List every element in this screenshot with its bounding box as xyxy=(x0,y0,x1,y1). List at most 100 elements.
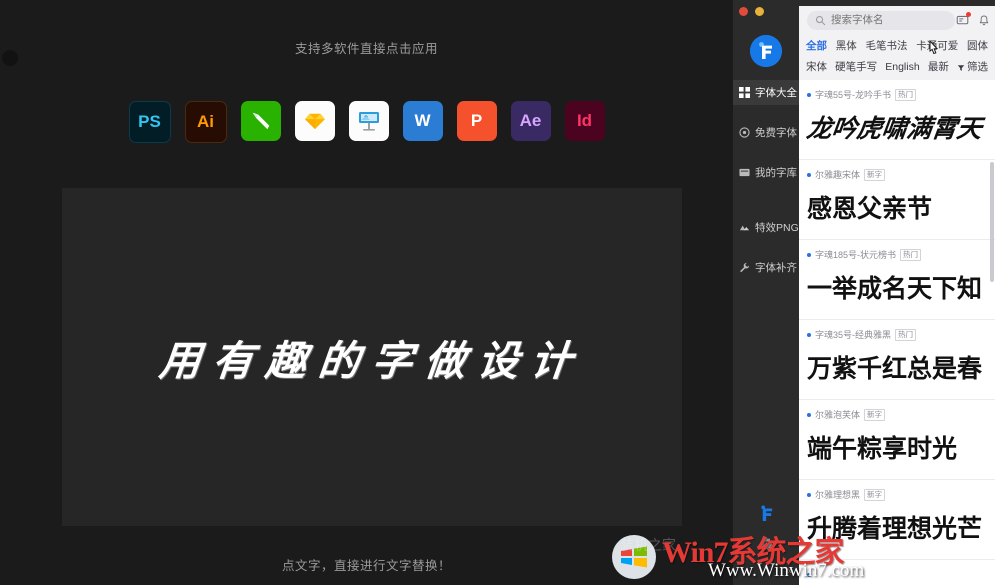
status-dot xyxy=(807,92,811,97)
diamond-icon xyxy=(304,113,325,130)
filter-icon xyxy=(957,64,965,71)
font-name: 尔雅理想黑 xyxy=(815,490,861,500)
font-preview[interactable]: 升腾着理想光芒 xyxy=(807,509,995,545)
font-preview-text: 一举成名天下知 xyxy=(807,274,983,303)
podium-icon xyxy=(358,112,379,131)
font-meta: 字魂35号-经典雅黑 热门 xyxy=(807,328,995,341)
status-dot xyxy=(807,572,811,577)
font-list-item[interactable]: 尔雅泡芙体 新字 端午粽享时光 xyxy=(799,400,995,480)
minimize-button[interactable] xyxy=(755,7,764,16)
font-list-item[interactable]: 字魂35号-经典雅黑 热门 万紫千红总是春 xyxy=(799,320,995,400)
font-tag: 新字 xyxy=(864,488,886,501)
tab-brush-calligraphy[interactable]: 毛笔书法 xyxy=(866,36,908,57)
message-icon[interactable] xyxy=(956,12,971,27)
tab-filter-label: 筛选 xyxy=(966,61,988,73)
sidebar-item-png-effects[interactable]: 特效PNG xyxy=(733,215,799,240)
font-list-item[interactable] xyxy=(799,560,995,585)
close-button[interactable] xyxy=(739,7,748,16)
app-icon-photoshop[interactable]: PS xyxy=(128,101,171,143)
app-icon-word[interactable]: W xyxy=(402,101,443,141)
status-dot xyxy=(807,492,811,497)
sidebar-label-png-effects: 特效PNG xyxy=(755,222,799,234)
font-preview[interactable]: 端午粽享时光 xyxy=(807,429,995,465)
library-icon xyxy=(739,168,750,177)
app-icon-powerpoint[interactable]: P xyxy=(456,101,497,141)
font-meta: 字魂185号-状元榜书 热门 xyxy=(807,248,995,261)
app-label-word: W xyxy=(414,111,431,130)
png-icon xyxy=(739,225,750,231)
font-preview-text: 端午粽享时光 xyxy=(807,434,958,463)
font-tag: 新字 xyxy=(864,168,886,181)
sidebar-item-font-repair[interactable]: 字体补齐 xyxy=(733,255,799,280)
font-name: 字魂55号-龙吟手书 xyxy=(815,90,892,100)
editor-area: 支持多软件直接点击应用 PS Ai W P Ae Id 用有趣的字做设计 点文字… xyxy=(0,0,733,585)
font-preview[interactable]: 一举成名天下知 xyxy=(807,269,995,305)
status-dot xyxy=(807,412,811,417)
canvas-text[interactable]: 用有趣的字做设计 xyxy=(157,327,587,387)
font-meta: 尔雅理想黑 新字 xyxy=(807,488,995,501)
app-label-indesign: Id xyxy=(576,111,593,130)
font-list-scrollbar[interactable] xyxy=(990,162,994,282)
font-preview[interactable]: 感恩父亲节 xyxy=(807,189,995,225)
panel-sidebar: 字体大全 免费字体 我的字库 特效PNG 字体补齐 « xyxy=(733,80,799,585)
font-name: 尔雅趣宋体 xyxy=(815,170,861,180)
pen-nib-icon xyxy=(252,112,269,130)
font-name: 尔雅泡芙体 xyxy=(815,410,861,420)
font-preview[interactable]: 龙吟虎啸满霄天 xyxy=(805,109,995,145)
gift-icon xyxy=(739,127,750,138)
design-canvas[interactable]: 用有趣的字做设计 xyxy=(62,188,682,526)
status-dot xyxy=(807,332,811,337)
search-input[interactable] xyxy=(831,14,935,26)
font-name: 字魂185号-状元榜书 xyxy=(815,250,897,260)
font-list-item[interactable]: 尔雅趣宋体 新字 感恩父亲节 xyxy=(799,160,995,240)
app-label-after-effects: Ae xyxy=(519,111,542,130)
wrench-icon xyxy=(740,262,750,273)
bell-icon[interactable] xyxy=(978,14,990,27)
search-pill[interactable] xyxy=(807,10,955,30)
font-preview-text: 万紫千红总是春 xyxy=(807,354,983,383)
font-preview[interactable]: 万紫千红总是春 xyxy=(807,349,995,385)
tab-english[interactable]: English xyxy=(885,57,919,78)
sidebar-item-free-fonts[interactable]: 免费字体 xyxy=(733,120,799,145)
sidebar-bottom-actions: « xyxy=(733,505,799,577)
app-label-photoshop: PS xyxy=(138,112,161,131)
ziheng-logo-icon[interactable] xyxy=(759,505,774,522)
editor-hint-bottom: 点文字，直接进行文字替换！ xyxy=(281,559,451,573)
sidebar-label-font-repair: 字体补齐 xyxy=(755,262,797,274)
font-list[interactable]: 字魂55号-龙吟手书 热门 龙吟虎啸满霄天 尔雅趣宋体 新字 感恩父亲节 字魂1… xyxy=(799,80,995,585)
tab-cartoon-cute[interactable]: 卡通可爱 xyxy=(916,36,958,57)
editor-hint-top: 支持多软件直接点击应用 xyxy=(294,42,438,56)
tab-handwriting[interactable]: 硬笔手写 xyxy=(835,57,877,78)
status-dot xyxy=(807,252,811,257)
app-icon-illustrator[interactable]: Ai xyxy=(184,101,227,143)
tab-all[interactable]: 全部 xyxy=(806,36,827,57)
collapse-panel-button[interactable]: « xyxy=(786,565,792,577)
app-icon-coreldraw[interactable] xyxy=(240,101,281,141)
font-tag: 热门 xyxy=(895,88,917,101)
category-tabs-row-1: 全部 黑体 毛笔书法 卡通可爱 圆体 xyxy=(799,36,995,57)
font-meta xyxy=(807,568,995,581)
sidebar-item-font-library[interactable]: 字体大全 xyxy=(733,80,799,105)
font-panel: 全部 黑体 毛笔书法 卡通可爱 圆体 宋体 硬笔手写 English 最新 筛选 xyxy=(733,0,995,585)
app-logo xyxy=(750,35,782,67)
tab-newest[interactable]: 最新 xyxy=(928,57,949,78)
font-list-item[interactable]: 字魂185号-状元榜书 热门 一举成名天下知 xyxy=(799,240,995,320)
font-meta: 字魂55号-龙吟手书 热门 xyxy=(807,88,995,101)
font-list-item[interactable]: 字魂55号-龙吟手书 热门 龙吟虎啸满霄天 xyxy=(799,80,995,160)
tab-filter[interactable]: 筛选 xyxy=(957,57,988,78)
app-icon-after-effects[interactable]: Ae xyxy=(510,101,551,141)
font-preview-text: 龙吟虎啸满霄天 xyxy=(805,114,984,143)
font-list-item[interactable]: 尔雅理想黑 新字 升腾着理想光芒 xyxy=(799,480,995,560)
gear-icon[interactable] xyxy=(759,536,774,551)
tab-heiti[interactable]: 黑体 xyxy=(836,36,857,57)
sidebar-label-font-library: 字体大全 xyxy=(755,87,797,99)
notification-badge xyxy=(966,12,971,17)
tab-songti[interactable]: 宋体 xyxy=(806,57,827,78)
app-icon-sketch[interactable] xyxy=(294,101,335,141)
app-icon-indesign[interactable]: Id xyxy=(564,101,605,141)
app-icon-keynote[interactable] xyxy=(348,101,389,141)
sidebar-item-my-fonts[interactable]: 我的字库 xyxy=(733,160,799,185)
tab-round[interactable]: 圆体 xyxy=(967,36,988,57)
